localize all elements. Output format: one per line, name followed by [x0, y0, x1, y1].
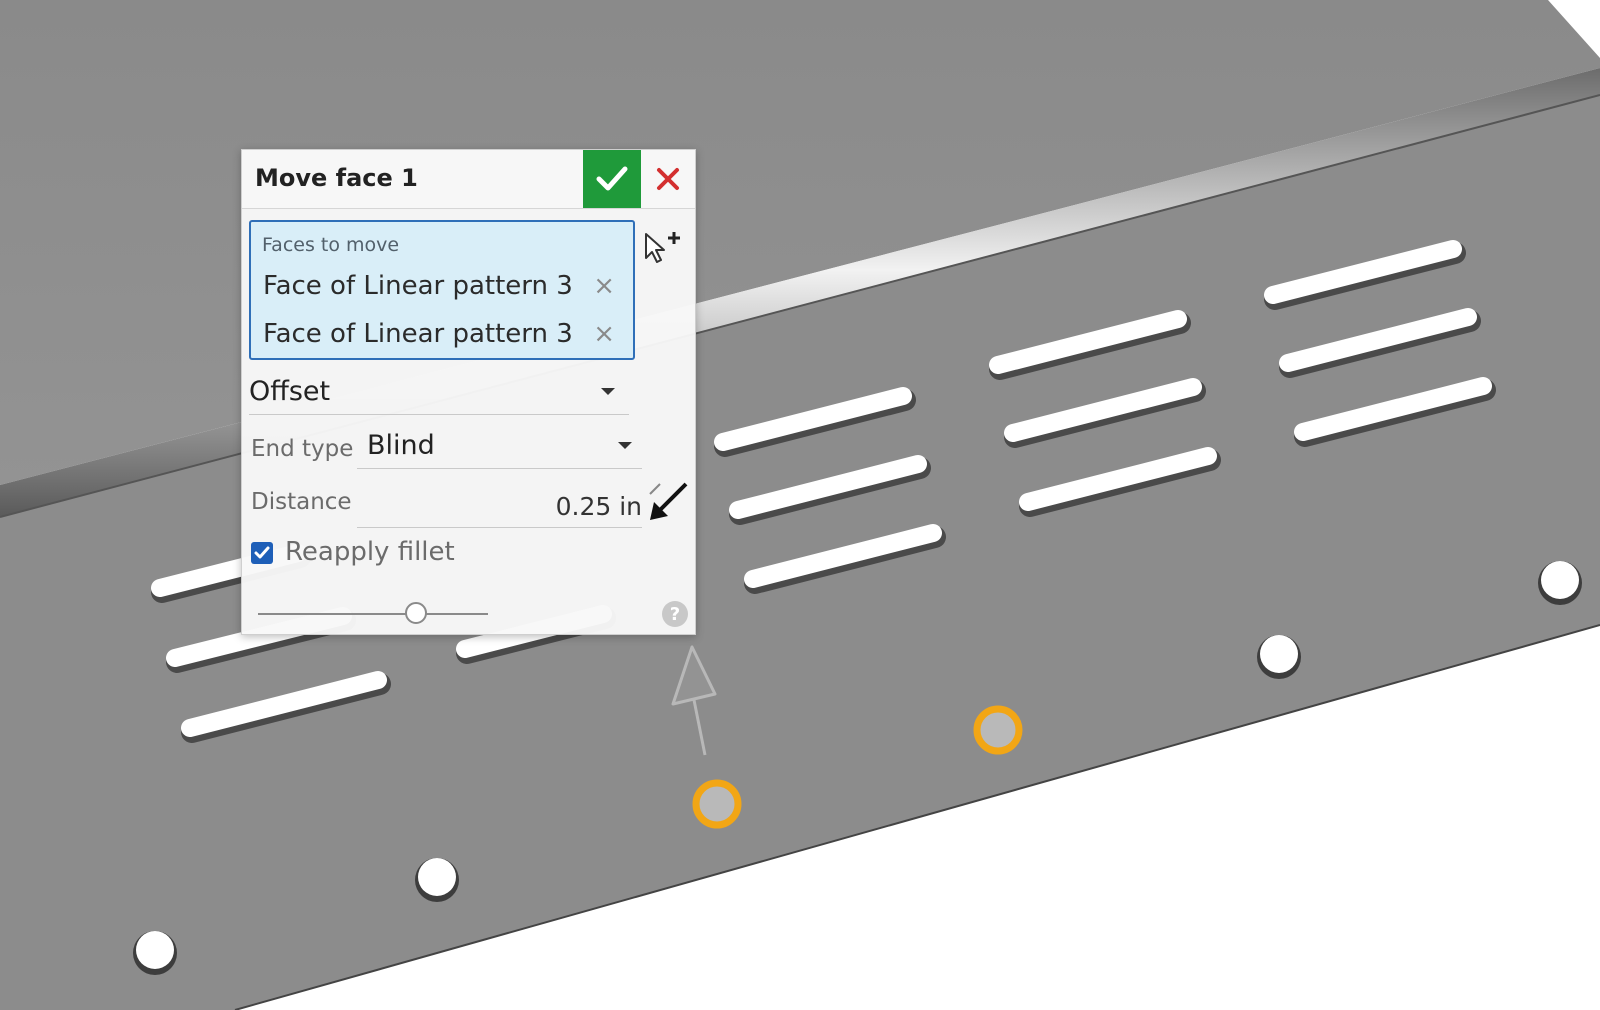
distance-label: Distance	[251, 489, 352, 515]
accept-button[interactable]	[583, 150, 641, 208]
end-type-dropdown[interactable]: Blind	[357, 426, 642, 469]
remove-face-icon[interactable]: ×	[593, 314, 615, 354]
faces-to-move-selection[interactable]: Faces to move Face of Linear pattern 3 ×…	[249, 220, 635, 360]
selected-face-item[interactable]: Face of Linear pattern 3 ×	[263, 314, 623, 354]
faces-to-move-label: Faces to move	[262, 234, 400, 256]
cancel-button[interactable]	[641, 150, 695, 208]
end-type-value: Blind	[367, 430, 435, 461]
model-viewport[interactable]	[0, 0, 1600, 1010]
move-face-dialog: Move face 1 Faces to move Face of Linear…	[241, 149, 696, 635]
transparency-slider-thumb[interactable]	[405, 602, 427, 624]
reapply-fillet-label: Reapply fillet	[285, 537, 455, 567]
end-type-label: End type	[251, 436, 354, 462]
selected-face-item[interactable]: Face of Linear pattern 3 ×	[263, 266, 623, 306]
move-type-value: Offset	[249, 376, 331, 407]
chevron-down-icon	[618, 442, 632, 449]
dialog-title: Move face 1	[255, 164, 418, 192]
add-selection-cursor-icon[interactable]	[642, 228, 682, 268]
chevron-down-icon	[601, 388, 615, 395]
remove-face-icon[interactable]: ×	[593, 266, 615, 306]
checkmark-icon	[254, 546, 270, 559]
flip-direction-icon[interactable]	[646, 480, 690, 524]
selected-face-label: Face of Linear pattern 3	[263, 319, 573, 349]
move-type-dropdown[interactable]: Offset	[249, 372, 629, 415]
help-icon[interactable]: ?	[662, 601, 688, 627]
dialog-header: Move face 1	[242, 150, 695, 209]
distance-input[interactable]	[357, 485, 642, 528]
close-icon	[657, 168, 679, 190]
check-icon	[596, 166, 628, 191]
selected-face-label: Face of Linear pattern 3	[263, 271, 573, 301]
reapply-fillet-checkbox[interactable]	[251, 542, 273, 564]
transparency-slider-track[interactable]	[258, 613, 488, 615]
